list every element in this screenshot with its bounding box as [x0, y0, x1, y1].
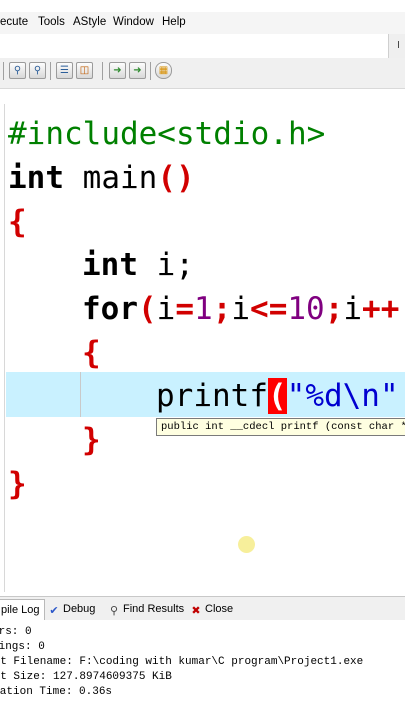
mouse-cursor-highlight	[238, 536, 255, 553]
log-output-filename: put Filename: F:\coding with kumar\C pro…	[0, 656, 364, 668]
log-output-size: put Size: 127.8974609375 KiB	[0, 671, 172, 683]
log-compilation-time: pilation Time: 0.36s	[0, 686, 113, 698]
close-icon: ✖	[191, 605, 201, 617]
bottom-tab-bar: pile Log ✔ Debug ⚲ Find Results ✖ Close	[0, 596, 405, 622]
function-main: main	[64, 160, 158, 196]
tab-find-results[interactable]: ⚲ Find Results	[108, 600, 184, 618]
keyword-int: int	[8, 160, 64, 196]
run-icon: ➜	[133, 65, 142, 76]
close-brace: }	[82, 422, 101, 458]
toggle-icon: ◫	[79, 65, 90, 76]
number-10: 10	[287, 291, 325, 327]
toolbar: ⚲ ⚲ ☰ ◫ ➜ ➜ ▦	[0, 58, 405, 89]
find-button[interactable]: ⚲	[9, 62, 26, 79]
tab-debug[interactable]: ✔ Debug	[48, 600, 95, 618]
main-parens: ()	[157, 160, 195, 196]
code-line-5[interactable]: for(i=1;i<=10;i++	[82, 289, 399, 329]
log-warnings: nings: 0	[0, 641, 45, 653]
check-icon: ✔	[49, 605, 59, 617]
string-literal: "%d\n"	[286, 378, 399, 414]
toolbar-separator	[3, 62, 4, 80]
menu-help[interactable]: Help	[162, 16, 186, 28]
panel-glyph: I	[397, 40, 400, 51]
run-button[interactable]: ➜	[129, 62, 146, 79]
search-icon: ⚲	[109, 605, 119, 617]
toggle-button[interactable]: ◫	[76, 62, 93, 79]
list-button[interactable]: ☰	[56, 62, 73, 79]
keyword-int: int	[82, 247, 138, 283]
open-brace: {	[82, 335, 101, 371]
var-i: i	[343, 291, 363, 327]
preprocessor-include: #include<stdio.h>	[8, 116, 326, 152]
menu-astyle[interactable]: AStyle	[73, 16, 106, 28]
tab-compile-log-label: pile Log	[1, 604, 40, 616]
find-next-button[interactable]: ⚲	[29, 62, 46, 79]
menu-tools[interactable]: Tools	[38, 16, 65, 28]
function-printf: printf	[156, 378, 268, 414]
code-line-9[interactable]: }	[8, 464, 27, 504]
editor-gutter	[4, 104, 5, 592]
menu-execute[interactable]: ecute	[0, 16, 28, 28]
tab-compile-log[interactable]: pile Log	[0, 599, 45, 621]
declaration-i: i;	[138, 247, 194, 283]
tab-debug-label: Debug	[63, 603, 96, 615]
indent-guide	[80, 372, 81, 417]
open-brace: {	[8, 204, 27, 240]
for-paren: (	[138, 291, 157, 327]
compile-log-panel: ors: 0 nings: 0 put Filename: F:\coding …	[0, 620, 405, 720]
menu-window[interactable]: Window	[113, 16, 154, 28]
toolbar-separator	[102, 62, 103, 80]
code-line-6[interactable]: {	[82, 333, 101, 373]
tab-close-label: Close	[205, 603, 234, 615]
code-line-8[interactable]: }	[82, 420, 101, 460]
list-icon: ☰	[60, 65, 69, 76]
var-i: i	[156, 291, 176, 327]
semicolon: ;	[212, 291, 232, 327]
menu-bar: ecute Tools AStyle Window Help	[0, 12, 405, 34]
find-icon: ⚲	[13, 65, 22, 76]
goto-button[interactable]: ➜	[109, 62, 126, 79]
number-1: 1	[194, 291, 213, 327]
keyword-for: for	[82, 291, 138, 327]
matched-paren: (	[267, 378, 287, 414]
function-signature-tooltip: public int __cdecl printf (const char * …	[156, 418, 405, 436]
operator-increment: ++	[362, 291, 400, 327]
code-line-1[interactable]: #include<stdio.h>	[8, 114, 325, 154]
project-button[interactable]: ▦	[155, 62, 172, 79]
operator-le: <=	[250, 291, 288, 327]
goto-icon: ➜	[113, 65, 122, 76]
var-i: i	[231, 291, 251, 327]
code-line-2[interactable]: int main()	[8, 158, 195, 198]
find-next-icon: ⚲	[33, 65, 42, 76]
code-editor[interactable]: #include<stdio.h> int main() { int i; fo…	[0, 104, 405, 592]
tab-find-results-label: Find Results	[123, 603, 185, 615]
log-errors: ors: 0	[0, 626, 32, 638]
project-icon: ▦	[158, 65, 169, 76]
tab-close[interactable]: ✖ Close	[190, 600, 233, 618]
code-line-7[interactable]: printf("%d\n"	[156, 376, 399, 416]
code-line-3[interactable]: {	[8, 202, 27, 242]
semicolon: ;	[324, 291, 344, 327]
toolbar-separator	[50, 62, 51, 80]
code-line-4[interactable]: int i;	[82, 245, 194, 285]
toolbar-separator	[150, 62, 151, 80]
close-brace: }	[8, 466, 27, 502]
operator-assign: =	[175, 291, 195, 327]
